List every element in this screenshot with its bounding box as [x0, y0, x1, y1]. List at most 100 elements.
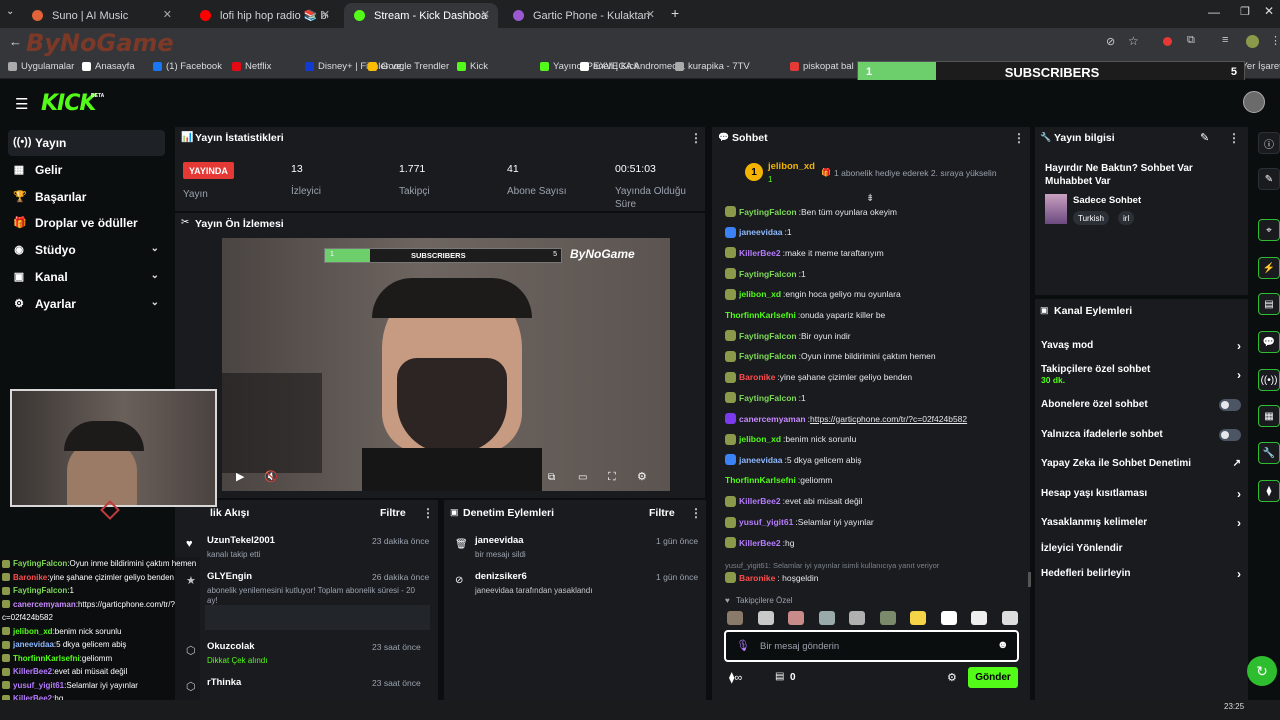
- emote-icon[interactable]: [940, 611, 957, 625]
- chat-scrollbar[interactable]: [1028, 572, 1031, 587]
- sidebar-item-trophy[interactable]: 🏆 Başarılar: [8, 184, 165, 210]
- emoji-icon[interactable]: ☻: [997, 639, 1009, 651]
- new-tab-button[interactable]: +: [671, 5, 679, 21]
- chat-username[interactable]: FaytingFalcon: [739, 393, 797, 403]
- profile-avatar[interactable]: [1246, 35, 1259, 48]
- chat-username[interactable]: ThorfinnKarlsefni: [725, 310, 796, 320]
- channel-action-yapay-zeka-ile-sohbet-denetimi[interactable]: Yapay Zeka ile Sohbet Denetimi ↗: [1041, 458, 1241, 469]
- stream-info-menu-icon[interactable]: ⋮: [1228, 131, 1240, 145]
- chat-input[interactable]: 🎙 Bir mesaj gönderin ☻: [724, 630, 1019, 662]
- channel-action-yalnızca-ifadelerle-sohbet[interactable]: Yalnızca ifadelerle sohbet: [1041, 429, 1241, 441]
- back-icon[interactable]: ←: [9, 34, 22, 49]
- star-icon[interactable]: ☆: [1128, 34, 1139, 48]
- user-avatar[interactable]: [1243, 91, 1265, 113]
- feed-username[interactable]: Okuzcolak: [207, 641, 255, 652]
- feed-username[interactable]: rThinka: [207, 677, 241, 688]
- play-icon[interactable]: ▶: [236, 470, 244, 483]
- chat-username[interactable]: Baronike: [739, 573, 775, 583]
- chat-username[interactable]: KillerBee2: [739, 248, 781, 258]
- info-icon[interactable]: ⓘ: [1258, 132, 1280, 154]
- extensions-puzzle-icon[interactable]: ⧉: [1187, 34, 1195, 47]
- send-button[interactable]: Gönder: [968, 667, 1018, 688]
- layout-icon[interactable]: ▦: [1258, 405, 1280, 427]
- pinned-user[interactable]: jelibon_xd: [768, 161, 815, 172]
- chat-username[interactable]: janeevidaa: [739, 227, 782, 237]
- browser-tab[interactable]: Stream - Kick Dashboard ✕: [344, 3, 498, 28]
- feed-username[interactable]: UzunTekel2001: [207, 535, 275, 546]
- kick-logo[interactable]: KICK: [41, 91, 96, 116]
- moderation-filter-button[interactable]: Filtre: [649, 507, 675, 519]
- bookmark-item[interactable]: kurapika - 7TV: [675, 61, 750, 72]
- emote-icon[interactable]: [818, 611, 835, 625]
- tag-pill[interactable]: Turkish: [1073, 211, 1109, 225]
- hamburger-menu-icon[interactable]: ☰: [15, 95, 28, 113]
- emote-icon[interactable]: [971, 611, 987, 625]
- moderation-username[interactable]: janeevidaa: [475, 535, 524, 546]
- target-icon[interactable]: ⌖: [1258, 219, 1280, 241]
- points-icon[interactable]: ⧫: [1258, 480, 1280, 502]
- emote-icon[interactable]: [788, 611, 804, 625]
- channel-action-abonelere-özel-sohbet[interactable]: Abonelere özel sohbet: [1041, 399, 1241, 411]
- maximize-button[interactable]: ❐: [1240, 5, 1250, 18]
- edit-icon[interactable]: ✎: [1258, 168, 1280, 190]
- browser-tab[interactable]: Suno | AI Music ✕: [22, 3, 180, 28]
- minimize-button[interactable]: —: [1208, 5, 1220, 19]
- chat-menu-icon[interactable]: ⋮: [1013, 131, 1025, 145]
- chat-username[interactable]: FaytingFalcon: [739, 351, 797, 361]
- document-icon[interactable]: ▤: [1258, 293, 1280, 315]
- channel-action-hedefleri-belirleyin[interactable]: Hedefleri belirleyin ›: [1041, 567, 1241, 581]
- sidebar-item-studio[interactable]: ◉ Stüdyo ⌄: [8, 237, 165, 263]
- sidebar-item-revenue[interactable]: ▦ Gelir: [8, 157, 165, 183]
- pin-expand-icon[interactable]: ⇟: [866, 193, 874, 204]
- bookmark-item[interactable]: (1) Facebook: [153, 61, 222, 72]
- channel-action-i-zleyici-yönlendir[interactable]: İzleyici Yönlendir: [1041, 543, 1241, 554]
- bolt-icon[interactable]: ⚡: [1258, 257, 1280, 279]
- chat-username[interactable]: yusuf_yigit61: [739, 517, 793, 527]
- moderation-username[interactable]: denizsiker6: [475, 571, 527, 582]
- chat-username[interactable]: jelibon_xd: [739, 434, 781, 444]
- channel-action-takipçilere-özel-sohbet[interactable]: Takipçilere özel sohbet 30 dk. ›: [1041, 364, 1241, 385]
- tab-close-icon[interactable]: ✕: [646, 8, 655, 21]
- emote-icon[interactable]: [727, 611, 743, 625]
- broadcast-icon[interactable]: ((•)): [1258, 369, 1280, 391]
- emote-icon[interactable]: [1001, 611, 1018, 625]
- tab-close-icon[interactable]: ✕: [163, 8, 172, 21]
- bookmark-item[interactable]: Anasayfa: [82, 61, 135, 72]
- moderation-menu-icon[interactable]: ⋮: [690, 506, 702, 520]
- theater-icon[interactable]: ▭: [578, 472, 587, 483]
- toggle-switch[interactable]: [1219, 429, 1241, 441]
- chat-username[interactable]: FaytingFalcon: [739, 331, 797, 341]
- bookmark-item[interactable]: Kick: [457, 61, 488, 72]
- floating-chat-button[interactable]: ↻: [1247, 656, 1277, 686]
- channel-points-icon[interactable]: ⧫∞: [729, 671, 742, 684]
- browser-tab[interactable]: lofi hip hop radio 📚 beats✕: [190, 3, 338, 28]
- activity-menu-icon[interactable]: ⋮: [422, 506, 434, 520]
- sidebar-item-broadcast[interactable]: ((•)) Yayın: [8, 130, 165, 156]
- extension-icon[interactable]: [1163, 37, 1172, 46]
- sidebar-item-channel[interactable]: ▣ Kanal ⌄: [8, 264, 165, 290]
- chat-settings-icon[interactable]: ⚙: [947, 671, 957, 684]
- emote-icon[interactable]: [757, 611, 774, 625]
- mic-icon[interactable]: 🎙: [736, 639, 750, 652]
- chat-username[interactable]: canercemyaman: [739, 414, 806, 424]
- fullscreen-icon[interactable]: ⛶: [608, 471, 616, 484]
- emote-icon[interactable]: [879, 611, 896, 625]
- sidebar-item-gift[interactable]: 🎁 Droplar ve ödüller: [8, 210, 165, 236]
- emote-icon[interactable]: [910, 611, 926, 625]
- channel-action-yasaklanmış-kelimeler[interactable]: Yasaklanmış kelimeler ›: [1041, 516, 1241, 530]
- chat-username[interactable]: KillerBee2: [739, 538, 781, 548]
- tab-search-icon[interactable]: ⌄: [6, 6, 14, 17]
- chat-username[interactable]: jelibon_xd: [739, 289, 781, 299]
- stats-menu-icon[interactable]: ⋮: [690, 131, 702, 145]
- channel-action-yavaş-mod[interactable]: Yavaş mod ›: [1041, 339, 1241, 353]
- emote-icon[interactable]: [849, 611, 865, 625]
- stream-preview-video[interactable]: 1 SUBSCRIBERS 5 ByNoGame ▶ 🔇 ⧉ ▭ ⛶ ⚙: [222, 238, 670, 491]
- wrench-icon[interactable]: 🔧: [1258, 442, 1280, 464]
- chat-username[interactable]: ThorfinnKarlsefni: [725, 475, 796, 485]
- bookmark-item[interactable]: EXVEGA Andromed...: [580, 61, 685, 72]
- browser-menu-icon[interactable]: ⋮: [1270, 34, 1280, 47]
- eye-off-icon[interactable]: ⊘: [1106, 35, 1115, 48]
- bookmark-item[interactable]: Netflix: [232, 61, 271, 72]
- toggle-switch[interactable]: [1219, 399, 1241, 411]
- channel-action-hesap-yaşı-kısıtlaması[interactable]: Hesap yaşı kısıtlaması ›: [1041, 487, 1241, 501]
